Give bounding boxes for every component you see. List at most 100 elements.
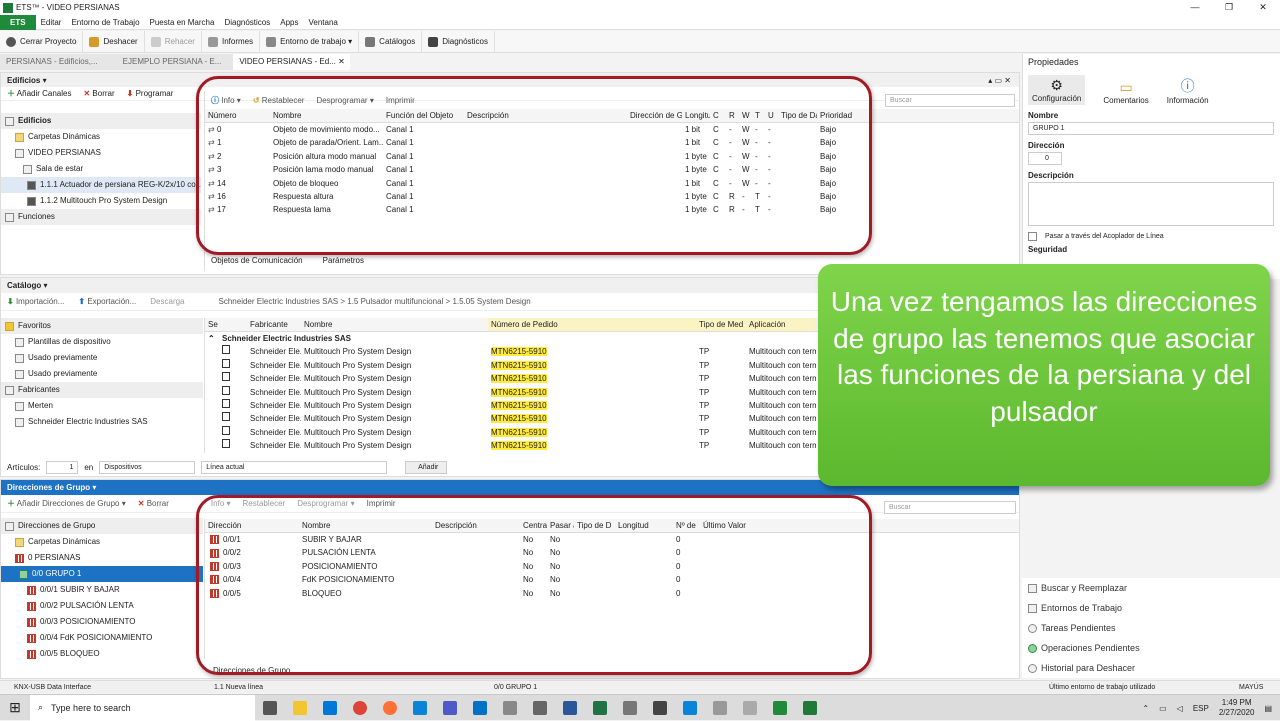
- network-icon[interactable]: ▭: [1159, 704, 1167, 713]
- column-header[interactable]: Aplicación: [746, 318, 816, 331]
- tab-configuracion[interactable]: ⚙ Configuración: [1028, 75, 1086, 105]
- tree-persianas[interactable]: 0 PERSIANAS: [1, 550, 203, 566]
- add-channels-button[interactable]: ＋ Añadir Canales: [7, 88, 71, 99]
- column-header[interactable]: Nombre: [301, 318, 488, 331]
- undo-button[interactable]: Deshacer: [83, 30, 145, 53]
- tree-device-actuator[interactable]: 1.1.1 Actuador de persiana REG-K/2x/10 c…: [1, 177, 201, 193]
- tree-favoritos[interactable]: Favoritos: [1, 318, 203, 334]
- clock[interactable]: 1:49 PM 2/27/2020: [1219, 698, 1255, 718]
- breadcrumb-item[interactable]: 1.5 Pulsador multifuncional: [347, 297, 443, 306]
- menu-ventana[interactable]: Ventana: [304, 15, 343, 30]
- link-entornos[interactable]: Entornos de Trabajo: [1028, 598, 1280, 618]
- chrome-icon[interactable]: [353, 700, 367, 715]
- column-header[interactable]: Fabricante: [247, 318, 301, 331]
- tree-grupo-1[interactable]: 0/0 GRUPO 1: [1, 566, 203, 582]
- tree-usado-2[interactable]: Usado previamente: [1, 366, 203, 382]
- tree-fabricantes[interactable]: Fabricantes: [1, 382, 203, 398]
- tab-persianas[interactable]: PERSIANAS - Edificios,...: [0, 54, 117, 70]
- pasar-checkbox-row[interactable]: Pasar a través del Acoplador de Línea: [1028, 232, 1275, 241]
- breadcrumb-item[interactable]: Schneider Electric Industries SAS: [219, 297, 339, 306]
- maximize-button[interactable]: ❐: [1212, 0, 1246, 15]
- add-group-address-button[interactable]: ＋ Añadir Direcciones de Grupo ▾: [7, 498, 126, 509]
- store-icon[interactable]: [323, 700, 337, 715]
- tree-ga-2[interactable]: 0/0/2 PULSACIÓN LENTA: [1, 598, 203, 614]
- workspace-dropdown[interactable]: Entorno de trabajo ▾: [260, 30, 360, 53]
- import-button[interactable]: ⬇ Importación...: [7, 297, 64, 306]
- app-icon[interactable]: [563, 700, 577, 715]
- column-header[interactable]: Tipo de Med: [696, 318, 746, 331]
- tab-comentarios[interactable]: ▭ Comentarios: [1103, 79, 1148, 105]
- taskbar-search[interactable]: ⌕ Type here to search: [30, 694, 255, 721]
- diagnostics-button[interactable]: Diagnósticos: [422, 30, 496, 53]
- close-button[interactable]: ✕: [1246, 0, 1280, 15]
- tree-plantillas[interactable]: Plantillas de dispositivo: [1, 334, 203, 350]
- menu-editar[interactable]: Editar: [36, 15, 67, 30]
- tree-carpetas[interactable]: Carpetas Dinámicas: [1, 129, 201, 145]
- menu-entorno[interactable]: Entorno de Trabajo: [66, 15, 144, 30]
- link-tareas[interactable]: Tareas Pendientes: [1028, 618, 1280, 638]
- edge-icon[interactable]: [683, 700, 697, 715]
- download-button[interactable]: Descarga: [150, 297, 184, 306]
- articulos-input[interactable]: 1: [46, 460, 79, 474]
- tree-ga-5[interactable]: 0/0/5 BLOQUEO: [1, 646, 203, 662]
- task-view-icon[interactable]: [263, 700, 277, 715]
- program-button[interactable]: ⬇ Programar: [127, 89, 174, 98]
- excel-icon[interactable]: [773, 700, 787, 715]
- outlook-icon[interactable]: [473, 700, 487, 715]
- ets-icon[interactable]: [803, 700, 817, 715]
- excel-icon[interactable]: [593, 700, 607, 715]
- tree-ga-3[interactable]: 0/0/3 POSICIONAMIENTO: [1, 614, 203, 630]
- menu-diagnosticos[interactable]: Diagnósticos: [219, 15, 275, 30]
- windows-start-icon[interactable]: ⊞: [0, 699, 30, 716]
- nombre-input[interactable]: GRUPO 1: [1028, 122, 1274, 135]
- close-tab-icon[interactable]: ✕: [338, 57, 345, 66]
- link-buscar[interactable]: Buscar y Reemplazar: [1028, 578, 1280, 598]
- descripcion-textarea[interactable]: [1028, 182, 1274, 226]
- catalogs-button[interactable]: Catálogos: [359, 30, 423, 53]
- tree-direcciones[interactable]: Direcciones de Grupo: [1, 518, 203, 534]
- direccion-stepper[interactable]: 0: [1028, 152, 1062, 165]
- volume-icon[interactable]: ◁: [1177, 704, 1183, 713]
- notifications-icon[interactable]: ▤: [1264, 704, 1272, 713]
- file-explorer-icon[interactable]: [293, 700, 307, 715]
- menu-ets[interactable]: ETS: [0, 14, 36, 30]
- link-operaciones[interactable]: Operaciones Pendientes: [1028, 638, 1280, 658]
- delete-button[interactable]: ✕ Borrar: [83, 89, 114, 98]
- tree-merten[interactable]: Merten: [1, 398, 203, 414]
- objects-search-input[interactable]: Buscar: [885, 94, 1015, 107]
- column-header[interactable]: Se: [205, 318, 247, 331]
- tree-usado-1[interactable]: Usado previamente: [1, 350, 203, 366]
- collapse-icon[interactable]: ⌃: [205, 332, 219, 345]
- tab-parametros[interactable]: Parámetros: [323, 256, 364, 265]
- tab-ejemplo[interactable]: EJEMPLO PERSIANA - E...: [117, 54, 234, 70]
- panel-window-icons[interactable]: ▴ ▭ ✕: [988, 76, 1011, 85]
- tree-schneider[interactable]: Schneider Electric Industries SAS: [1, 414, 203, 430]
- tray-chevron-icon[interactable]: ⌃: [1142, 704, 1149, 713]
- firefox-icon[interactable]: [383, 700, 397, 715]
- tree-device-multitouch[interactable]: 1.1.2 Multitouch Pro System Design: [1, 193, 201, 209]
- photos-icon[interactable]: [653, 700, 667, 715]
- breadcrumb-item[interactable]: 1.5.05 System Design: [452, 297, 530, 306]
- redo-button[interactable]: Rehacer: [145, 30, 202, 53]
- tab-objetos[interactable]: Objetos de Comunicación: [211, 256, 303, 265]
- language-indicator[interactable]: ESP: [1193, 704, 1209, 713]
- app-icon[interactable]: [743, 700, 757, 715]
- tree-funciones[interactable]: Funciones: [1, 209, 201, 225]
- linea-select[interactable]: Línea actual: [201, 460, 388, 474]
- close-project-button[interactable]: Cerrar Proyecto: [0, 30, 84, 53]
- tab-informacion[interactable]: ⓘ Información: [1167, 76, 1209, 105]
- export-button[interactable]: ⬆ Exportación...: [78, 297, 136, 306]
- app-icon[interactable]: [503, 700, 517, 715]
- delete-group-button[interactable]: ✕ Borrar: [138, 499, 169, 508]
- dispositivos-select[interactable]: Dispositivos: [99, 460, 196, 474]
- tree-sala[interactable]: Sala de estar: [1, 161, 201, 177]
- edge-icon[interactable]: [413, 700, 427, 715]
- settings-icon[interactable]: [533, 700, 547, 715]
- tree-ga-4[interactable]: 0/0/4 FdK POSICIONAMIENTO: [1, 630, 203, 646]
- tree-video-persianas[interactable]: VIDEO PERSIANAS: [1, 145, 201, 161]
- link-historial[interactable]: Historial para Deshacer: [1028, 658, 1280, 678]
- tree-edificios[interactable]: Edificios: [1, 113, 201, 129]
- tree-carpetas-dinamicas[interactable]: Carpetas Dinámicas: [1, 534, 203, 550]
- grupos-search-input[interactable]: Buscar: [884, 501, 1016, 514]
- column-header[interactable]: Número de Pedido: [488, 318, 696, 331]
